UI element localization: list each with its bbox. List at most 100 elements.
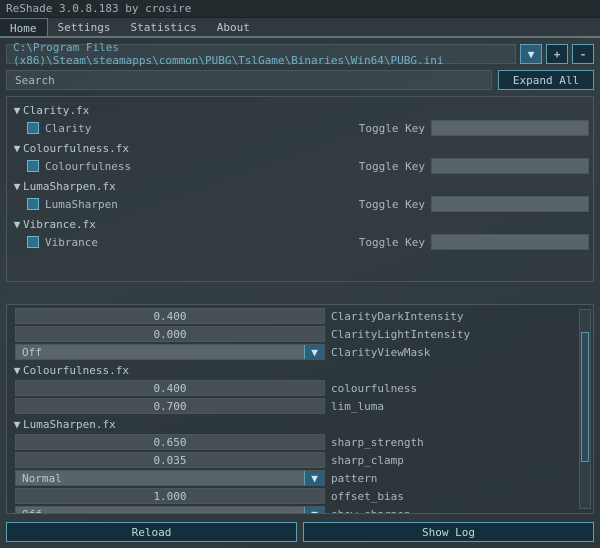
param-value-input[interactable]: 0.000 (15, 326, 325, 342)
reload-label: Reload (132, 526, 172, 539)
tab-statistics[interactable]: Statistics (120, 18, 206, 36)
param-row: 0.650 sharp_strength (11, 433, 589, 451)
param-select[interactable]: Off ▼ (15, 506, 325, 514)
param-value-input[interactable]: 0.400 (15, 380, 325, 396)
caret-down-icon: ▼ (11, 142, 23, 155)
tab-settings[interactable]: Settings (48, 18, 121, 36)
toggle-key-input[interactable] (431, 120, 589, 136)
caret-down-icon: ▼ (11, 364, 23, 377)
param-name: lim_luma (329, 400, 384, 413)
toggle-key-label: Toggle Key (359, 160, 425, 173)
expand-all-button[interactable]: Expand All (498, 70, 594, 90)
param-value-input[interactable]: 1.000 (15, 488, 325, 504)
effects-list: ▼Clarity.fxClarityToggle Key▼Colourfulne… (6, 96, 594, 282)
chevron-down-icon: ▼ (528, 48, 535, 61)
search-row: Search Expand All (0, 70, 600, 96)
fx-item: Clarity Toggle Key (11, 119, 589, 137)
param-name: sharp_strength (329, 436, 424, 449)
fx-item: LumaSharpenToggle Key (11, 195, 589, 213)
param-value-input[interactable]: 0.400 (15, 308, 325, 324)
param-value-input[interactable]: 0.035 (15, 452, 325, 468)
add-preset-button[interactable]: + (546, 44, 568, 64)
param-value: Normal (22, 472, 62, 485)
param-name: offset_bias (329, 490, 404, 503)
menu-bar: HomeSettingsStatisticsAbout (0, 18, 600, 38)
title-bar: ReShade 3.0.8.183 by crosire (0, 0, 600, 18)
caret-down-icon: ▼ (11, 104, 23, 117)
chevron-down-icon: ▼ (304, 345, 324, 359)
param-select[interactable]: Off ▼ (15, 344, 325, 360)
parameters-panel: 0.400 ClarityDarkIntensity 0.000 ClarityLig… (6, 304, 594, 514)
fx-item-label: LumaSharpen (45, 198, 118, 211)
fx-group: ▼Clarity.fx Clarity Toggle Key (11, 101, 589, 137)
param-group-header[interactable]: ▼LumaSharpen.fx (11, 415, 589, 433)
param-row: 1.000 offset_bias (11, 487, 589, 505)
fx-group-header[interactable]: ▼Colourfulness.fx (11, 139, 589, 157)
chevron-down-icon: ▼ (304, 471, 324, 485)
param-name: sharp_clamp (329, 454, 404, 467)
reload-button[interactable]: Reload (6, 522, 297, 542)
fx-checkbox[interactable] (27, 122, 39, 134)
param-name: ClarityLightIntensity (329, 328, 470, 341)
param-row: Off ▼ show_sharpen (11, 505, 589, 514)
fx-checkbox[interactable] (27, 236, 39, 248)
search-input[interactable]: Search (6, 70, 492, 90)
fx-group-name: Clarity.fx (23, 104, 89, 117)
remove-preset-button[interactable]: - (572, 44, 594, 64)
param-value: Off (22, 508, 42, 515)
param-row: Off ▼ ClarityViewMask (11, 343, 589, 361)
tab-about[interactable]: About (207, 18, 260, 36)
scrollbar-thumb[interactable] (581, 332, 589, 462)
toggle-key-label: Toggle Key (359, 122, 425, 135)
show-log-button[interactable]: Show Log (303, 522, 594, 542)
param-name: ClarityViewMask (329, 346, 430, 359)
param-group-name: LumaSharpen.fx (23, 418, 116, 431)
reshade-window: ReShade 3.0.8.183 by crosire HomeSetting… (0, 0, 600, 548)
caret-down-icon: ▼ (11, 218, 23, 231)
param-row: 0.700 lim_luma (11, 397, 589, 415)
param-group-header[interactable]: ▼Colourfulness.fx (11, 361, 589, 379)
config-path-field[interactable]: C:\Program Files (x86)\Steam\steamapps\c… (6, 44, 516, 64)
fx-group-name: Colourfulness.fx (23, 142, 129, 155)
minus-icon: - (580, 48, 587, 61)
toggle-key-input[interactable] (431, 234, 589, 250)
fx-group-header[interactable]: ▼Clarity.fx (11, 101, 589, 119)
fx-group-header[interactable]: ▼LumaSharpen.fx (11, 177, 589, 195)
param-value: 0.650 (153, 436, 186, 449)
param-group-name: Colourfulness.fx (23, 364, 129, 377)
fx-group: ▼Vibrance.fxVibranceToggle Key (11, 215, 589, 251)
param-row: 0.035 sharp_clamp (11, 451, 589, 469)
fx-item: VibranceToggle Key (11, 233, 589, 251)
fx-item-label: Colourfulness (45, 160, 131, 173)
param-value-input[interactable]: 0.650 (15, 434, 325, 450)
fx-item-label: Clarity (45, 122, 91, 135)
app-title: ReShade 3.0.8.183 by crosire (6, 2, 191, 15)
param-row: 0.400 ClarityDarkIntensity (11, 307, 589, 325)
tab-home[interactable]: Home (0, 18, 48, 36)
fx-item-label: Vibrance (45, 236, 98, 249)
search-placeholder: Search (15, 74, 55, 87)
fx-group: ▼LumaSharpen.fxLumaSharpenToggle Key (11, 177, 589, 213)
param-value: Off (22, 346, 42, 359)
plus-icon: + (554, 48, 561, 61)
fx-checkbox[interactable] (27, 198, 39, 210)
fx-group-header[interactable]: ▼Vibrance.fx (11, 215, 589, 233)
config-path-text: C:\Program Files (x86)\Steam\steamapps\c… (13, 41, 509, 67)
fx-group: ▼Colourfulness.fx Colourfulness Toggle Key (11, 139, 589, 175)
panel-splitter[interactable] (0, 282, 600, 304)
param-value-input[interactable]: 0.700 (15, 398, 325, 414)
parameters-scrollbar[interactable] (579, 309, 591, 509)
param-select[interactable]: Normal ▼ (15, 470, 325, 486)
chevron-down-icon: ▼ (304, 507, 324, 514)
param-value: 0.400 (153, 382, 186, 395)
param-row: Normal▼pattern (11, 469, 589, 487)
param-name: ClarityDarkIntensity (329, 310, 463, 323)
toggle-key-input[interactable] (431, 196, 589, 212)
fx-checkbox[interactable] (27, 160, 39, 172)
param-name: show_sharpen (329, 508, 410, 515)
footer: Reload Show Log (0, 518, 600, 548)
param-value: 1.000 (153, 490, 186, 503)
config-path-dropdown[interactable]: ▼ (520, 44, 542, 64)
param-value: 0.035 (153, 454, 186, 467)
toggle-key-input[interactable] (431, 158, 589, 174)
